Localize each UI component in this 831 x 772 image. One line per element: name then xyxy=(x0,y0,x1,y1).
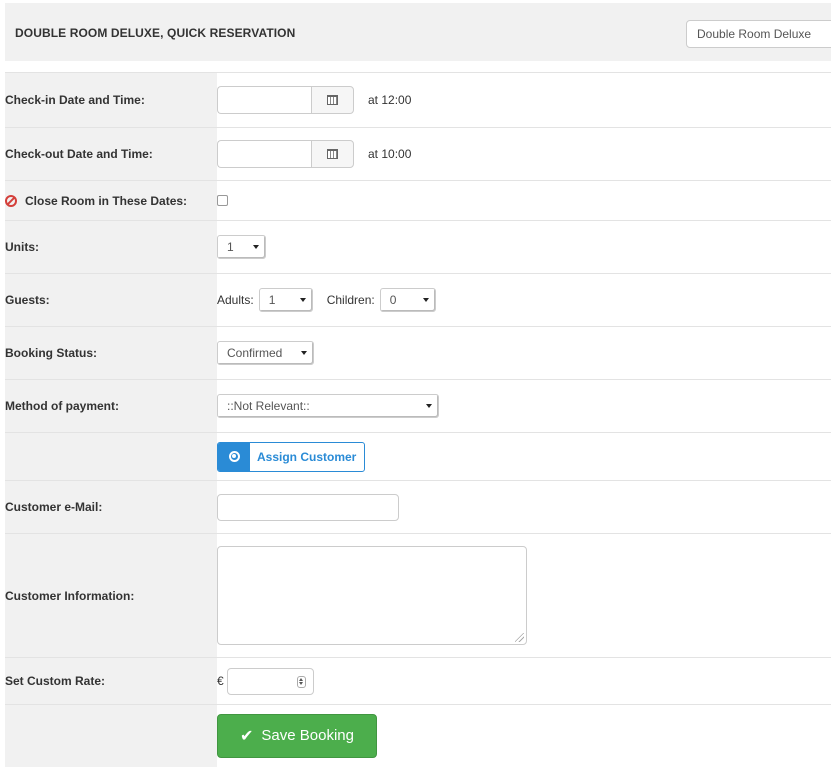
assign-label-cell xyxy=(5,432,217,481)
payment-method-value: ::Not Relevant:: xyxy=(227,399,310,413)
checkin-date-input[interactable] xyxy=(217,86,311,114)
close-room-checkbox[interactable] xyxy=(217,195,228,206)
close-room-label-cell: Close Room in These Dates: xyxy=(5,180,217,221)
units-select[interactable]: 1 xyxy=(217,235,266,259)
calendar-icon xyxy=(327,95,338,105)
checkout-date-input[interactable] xyxy=(217,140,311,168)
payment-label: Method of payment: xyxy=(5,379,217,433)
chevron-down-icon xyxy=(299,298,306,302)
checkin-date-picker xyxy=(217,86,354,114)
user-circle-icon xyxy=(228,451,240,462)
close-room-label: Close Room in These Dates: xyxy=(25,193,188,208)
customer-email-input[interactable] xyxy=(217,493,399,521)
units-value: 1 xyxy=(227,240,234,254)
checkout-time: at 10:00 xyxy=(368,147,412,161)
payment-method-select[interactable]: ::Not Relevant:: xyxy=(217,394,439,418)
guests-label: Guests: xyxy=(5,273,217,327)
children-label: Children: xyxy=(326,293,375,307)
save-booking-button[interactable]: ✔ Save Booking xyxy=(217,713,377,758)
spinner-icon[interactable] xyxy=(296,675,306,688)
resize-grip-icon[interactable] xyxy=(515,633,524,642)
chevron-down-icon xyxy=(301,351,307,355)
rate-label: Set Custom Rate: xyxy=(5,657,217,705)
save-label-cell xyxy=(5,704,217,767)
chevron-down-icon xyxy=(422,298,429,302)
info-label: Customer Information: xyxy=(5,533,217,658)
custom-rate-input[interactable] xyxy=(226,667,314,695)
chevron-down-icon xyxy=(253,245,259,249)
checkin-label: Check-in Date and Time: xyxy=(5,72,217,128)
assign-icon-box xyxy=(218,442,250,471)
children-value: 0 xyxy=(389,293,397,307)
checkin-calendar-button[interactable] xyxy=(311,86,354,114)
page-title: DOUBLE ROOM DELUXE, QUICK RESERVATION xyxy=(15,26,296,40)
booking-status-value: Confirmed xyxy=(227,346,283,360)
assign-customer-button[interactable]: Assign Customer xyxy=(217,441,366,472)
ban-icon xyxy=(5,194,17,207)
checkout-calendar-button[interactable] xyxy=(311,140,354,168)
adults-select[interactable]: 1 xyxy=(258,288,313,312)
checkout-date-picker xyxy=(217,140,354,168)
status-label: Booking Status: xyxy=(5,326,217,380)
booking-status-select[interactable]: Confirmed xyxy=(217,341,314,365)
email-label: Customer e-Mail: xyxy=(5,480,217,534)
children-select[interactable]: 0 xyxy=(379,288,436,312)
room-select[interactable]: Double Room Deluxe xyxy=(686,20,831,48)
reservation-header: DOUBLE ROOM DELUXE, QUICK RESERVATION Do… xyxy=(5,3,831,61)
reservation-form: Check-in Date and Time: at 12:00 Check-o… xyxy=(5,72,831,767)
checkin-time: at 12:00 xyxy=(368,93,412,107)
adults-value: 1 xyxy=(268,293,276,307)
chevron-down-icon xyxy=(426,404,432,408)
adults-label: Adults: xyxy=(217,293,254,307)
currency-symbol: € xyxy=(217,674,224,688)
units-label: Units: xyxy=(5,220,217,274)
customer-info-textarea[interactable] xyxy=(217,546,527,645)
checkout-label: Check-out Date and Time: xyxy=(5,127,217,181)
check-icon: ✔ xyxy=(240,726,254,746)
calendar-icon xyxy=(327,149,338,159)
assign-customer-label: Assign Customer xyxy=(257,449,357,464)
save-booking-label: Save Booking xyxy=(261,727,354,745)
